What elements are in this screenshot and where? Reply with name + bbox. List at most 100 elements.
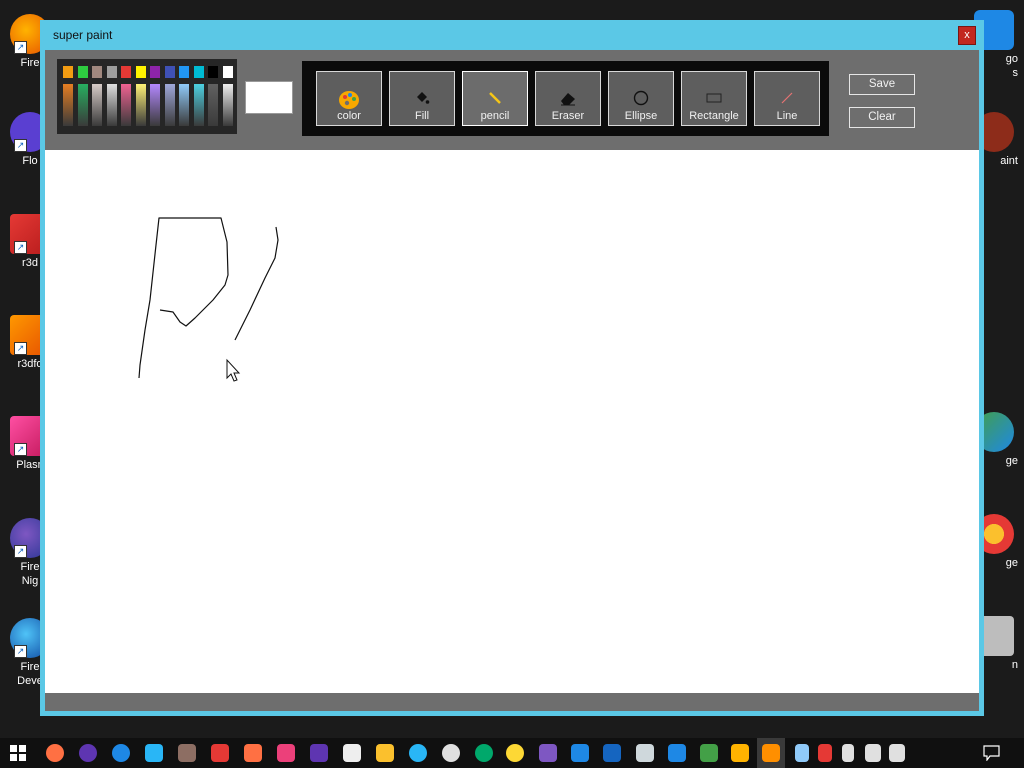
super-paint-taskbar-icon — [762, 744, 780, 762]
shortcut-arrow-icon: ↗ — [14, 139, 27, 152]
tool-line-button[interactable]: Line — [754, 71, 820, 126]
plasma-taskbar-icon[interactable] — [277, 744, 295, 762]
palette-shade[interactable] — [164, 84, 175, 126]
palette-swatch[interactable] — [77, 66, 88, 78]
pencil-icon — [463, 90, 527, 106]
palette-swatch[interactable] — [208, 66, 218, 78]
palette-shade[interactable] — [222, 84, 233, 126]
browser-2-taskbar-icon[interactable] — [442, 744, 460, 762]
usb-tray-icon[interactable] — [842, 744, 854, 762]
zen-taskbar-icon[interactable] — [343, 744, 361, 762]
taskbar — [0, 738, 1024, 768]
chrome-taskbar-icon[interactable] — [506, 744, 524, 762]
drawing-strokes — [138, 217, 279, 382]
palette-icon — [317, 90, 381, 109]
palette-swatch[interactable] — [63, 66, 73, 78]
palette-shade[interactable] — [179, 84, 189, 126]
security-tray-icon[interactable] — [818, 744, 832, 762]
clear-button[interactable]: Clear — [849, 107, 915, 128]
close-button[interactable]: x — [958, 26, 976, 45]
toolbar: color Fill pencil Eraser Ellipse Rectang… — [45, 50, 979, 150]
rectangle-icon — [682, 90, 746, 106]
shortcut-arrow-icon: ↗ — [14, 41, 27, 54]
app-4-taskbar-icon[interactable] — [571, 744, 589, 762]
tool-color-button[interactable]: color — [316, 71, 382, 126]
paint-bucket-icon — [390, 90, 454, 106]
app-3-taskbar-icon[interactable] — [539, 744, 557, 762]
waterfox-taskbar-icon[interactable] — [145, 744, 163, 762]
browser-taskbar-icon[interactable] — [409, 744, 427, 762]
volume-muted-tray-icon[interactable] — [889, 744, 905, 762]
notification-icon[interactable] — [983, 745, 1000, 761]
palette-shade[interactable] — [135, 84, 146, 126]
tool-panel: color Fill pencil Eraser Ellipse Rectang… — [302, 61, 829, 136]
app-7-taskbar-icon[interactable] — [668, 744, 686, 762]
palette-swatch[interactable] — [193, 66, 204, 78]
palette-shade[interactable] — [63, 84, 73, 126]
tool-eraser-button[interactable]: Eraser — [535, 71, 601, 126]
tool-label: pencil — [480, 110, 510, 122]
palette-swatch[interactable] — [92, 66, 102, 78]
visual-studio-taskbar-icon[interactable] — [700, 744, 718, 762]
tool-label: Line — [776, 110, 798, 122]
tool-label: Eraser — [551, 110, 585, 122]
firefox-nightly-taskbar-icon[interactable] — [79, 744, 97, 762]
palette-shade[interactable] — [208, 84, 218, 126]
palette-shade[interactable] — [150, 84, 160, 126]
super-paint-taskbar-button[interactable] — [757, 738, 785, 768]
r3dfox-taskbar-icon[interactable] — [244, 744, 262, 762]
color-palette — [57, 59, 237, 134]
network-tray-icon[interactable] — [865, 744, 881, 762]
current-color-swatch[interactable] — [245, 81, 293, 114]
tool-ellipse-button[interactable]: Ellipse — [608, 71, 674, 126]
tool-label: Rectangle — [689, 110, 739, 122]
tool-label: Fill — [414, 110, 430, 122]
firefox-taskbar-icon[interactable] — [46, 744, 64, 762]
tool-rectangle-button[interactable]: Rectangle — [681, 71, 747, 126]
pencil-stroke — [234, 226, 279, 341]
tool-label: color — [337, 110, 361, 122]
shortcut-arrow-icon: ↗ — [14, 545, 27, 558]
ellipse-icon — [609, 90, 673, 106]
shortcut-arrow-icon: ↗ — [14, 443, 27, 456]
r3d-taskbar-icon[interactable] — [211, 744, 229, 762]
save-button[interactable]: Save — [849, 74, 915, 95]
windows-start-icon[interactable] — [9, 744, 27, 762]
window-title: super paint — [53, 28, 113, 42]
mouse-cursor-icon — [226, 358, 241, 382]
mercury-taskbar-icon[interactable] — [376, 744, 394, 762]
palette-swatch[interactable] — [150, 66, 160, 78]
palette-swatch[interactable] — [135, 66, 146, 78]
shortcut-arrow-icon: ↗ — [14, 645, 27, 658]
floorp-taskbar-icon[interactable] — [310, 744, 328, 762]
app-6-taskbar-icon[interactable] — [636, 744, 654, 762]
status-bar — [45, 693, 979, 711]
edge-taskbar-icon[interactable] — [475, 744, 493, 762]
shortcut-arrow-icon: ↗ — [14, 241, 27, 254]
super-paint-window: super paint x color Fill pencil Eraser E… — [40, 20, 984, 716]
firefox-developer-taskbar-icon[interactable] — [112, 744, 130, 762]
tool-label: Ellipse — [624, 110, 658, 122]
palette-shade[interactable] — [121, 84, 131, 126]
eraser-icon — [536, 90, 600, 106]
tool-fill-button[interactable]: Fill — [389, 71, 455, 126]
tool-pencil-button[interactable]: pencil — [462, 71, 528, 126]
shortcut-arrow-icon: ↗ — [14, 342, 27, 355]
palette-shade[interactable] — [77, 84, 88, 126]
palette-swatch[interactable] — [164, 66, 175, 78]
palette-swatch[interactable] — [106, 66, 117, 78]
palette-swatch[interactable] — [222, 66, 233, 78]
palette-swatch[interactable] — [179, 66, 189, 78]
palette-shade[interactable] — [92, 84, 102, 126]
app-taskbar-icon[interactable] — [178, 744, 196, 762]
paint-taskbar-icon[interactable] — [731, 744, 749, 762]
drawing-canvas[interactable] — [45, 150, 979, 693]
pencil-stroke — [138, 217, 229, 379]
palette-swatch[interactable] — [121, 66, 131, 78]
calculator-tray-icon[interactable] — [795, 744, 809, 762]
palette-shade[interactable] — [193, 84, 204, 126]
app-5-taskbar-icon[interactable] — [603, 744, 621, 762]
title-bar[interactable]: super paint x — [40, 20, 984, 50]
line-icon — [755, 90, 819, 106]
palette-shade[interactable] — [106, 84, 117, 126]
